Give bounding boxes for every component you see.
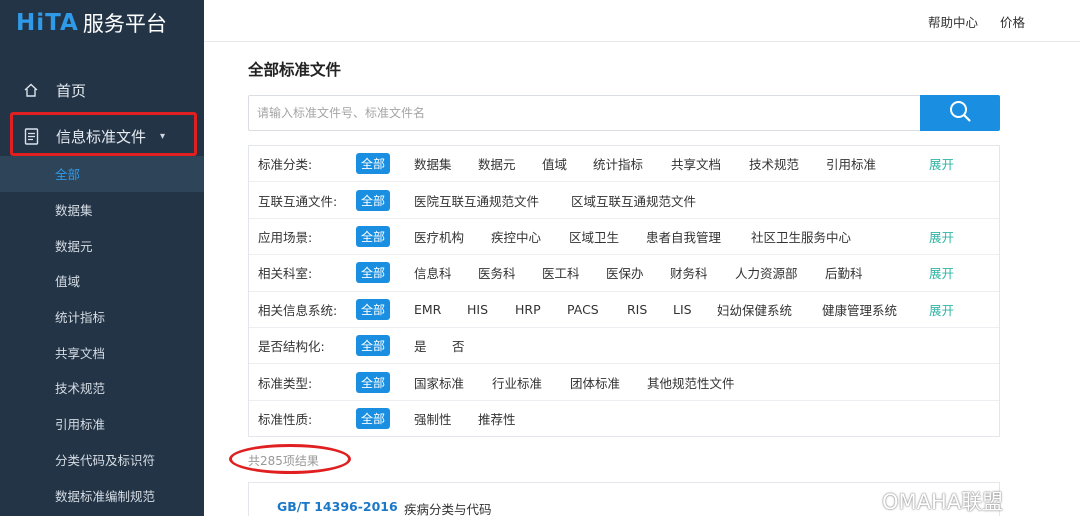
sidebar-subitem-dataset[interactable]: 数据集 [0, 192, 204, 228]
sidebar-subitem-statistical-indicator[interactable]: 统计指标 [0, 299, 204, 335]
filter-option[interactable]: 引用标准 [826, 154, 876, 173]
wechat-icon [846, 489, 876, 513]
filter-row-scenario: 应用场景: 全部 医疗机构 疾控中心 区域卫生 患者自我管理 社区卫生服务中心 … [249, 219, 999, 256]
filter-option[interactable]: HRP [515, 302, 541, 317]
sidebar-subitem-compilation-spec[interactable]: 数据标准编制规范 [0, 477, 204, 513]
result-title[interactable]: 疾病分类与代码 [404, 499, 492, 516]
expand-link[interactable]: 展开 [929, 227, 954, 246]
filter-option-all[interactable]: 全部 [356, 225, 391, 247]
top-bar: 帮助中心 价格 [204, 0, 1080, 42]
filter-option-all[interactable]: 全部 [356, 335, 391, 357]
filter-option[interactable]: 技术规范 [749, 154, 799, 173]
filter-option[interactable]: 医保办 [606, 263, 644, 282]
filter-label: 应用场景: [258, 229, 313, 245]
filter-option[interactable]: 医疗机构 [414, 227, 464, 246]
filter-label: 是否结构化: [258, 339, 325, 355]
filter-option[interactable]: 行业标准 [492, 373, 542, 392]
filter-option[interactable]: 国家标准 [414, 373, 464, 392]
sidebar-subitem-cited-standard[interactable]: 引用标准 [0, 406, 204, 442]
filter-option[interactable]: 数据集 [414, 154, 452, 173]
filter-option[interactable]: HIS [467, 302, 488, 317]
filter-option[interactable]: 财务科 [670, 263, 708, 282]
expand-link[interactable]: 展开 [929, 300, 954, 319]
filter-label: 相关科室: [258, 266, 313, 282]
filter-option[interactable]: RIS [627, 302, 647, 317]
expand-link[interactable]: 展开 [929, 154, 954, 173]
filter-option[interactable]: 医院互联互通规范文件 [414, 191, 539, 210]
sidebar-subitem-technical-spec[interactable]: 技术规范 [0, 370, 204, 406]
sidebar-subitem-data-element[interactable]: 数据元 [0, 227, 204, 263]
sidebar-item-home[interactable]: 首页 [0, 72, 204, 108]
logo-text: 服务平台 [82, 12, 167, 36]
expand-link[interactable]: 展开 [929, 263, 954, 282]
sidebar-subitem-shared-document[interactable]: 共享文档 [0, 334, 204, 370]
filter-option[interactable]: 医务科 [478, 263, 516, 282]
search-icon [948, 99, 972, 127]
filter-option[interactable]: 信息科 [414, 263, 452, 282]
help-center-link[interactable]: 帮助中心 [928, 12, 978, 31]
page-title: 全部标准文件 [248, 61, 342, 79]
filter-option-all[interactable]: 全部 [356, 262, 391, 284]
logo-mark: HiTA [16, 10, 79, 36]
filter-label: 标准分类: [258, 157, 313, 173]
filter-option[interactable]: 区域卫生 [569, 227, 619, 246]
filter-option[interactable]: 后勤科 [825, 263, 863, 282]
watermark-text: OMAHA联盟 [882, 490, 1004, 514]
filter-option[interactable]: 疾控中心 [491, 227, 541, 246]
filter-option[interactable]: 医工科 [542, 263, 580, 282]
sidebar-subitem-all[interactable]: 全部 [0, 156, 204, 192]
sidebar-submenu: 全部 数据集 数据元 值域 统计指标 共享文档 技术规范 引用标准 分类代码及标… [0, 156, 204, 513]
filter-label: 相关信息系统: [258, 302, 338, 318]
sidebar: HiTA 服务平台 首页 信息标准文件 ▾ 全部 数据集 数据元 值域 统计指标… [0, 0, 204, 516]
filter-option[interactable]: PACS [567, 302, 599, 317]
filter-label: 标准类型: [258, 375, 313, 391]
filter-option[interactable]: 推荐性 [478, 409, 516, 428]
sidebar-subitem-classification-code[interactable]: 分类代码及标识符 [0, 442, 204, 478]
filter-option[interactable]: 否 [452, 336, 465, 355]
search-input[interactable] [248, 95, 920, 131]
filter-option[interactable]: 人力资源部 [735, 263, 798, 282]
filter-option-all[interactable]: 全部 [356, 153, 391, 175]
filter-row-department: 相关科室: 全部 信息科 医务科 医工科 医保办 财务科 人力资源部 后勤科 展… [249, 255, 999, 292]
filter-row-interop: 互联互通文件: 全部 医院互联互通规范文件 区域互联互通规范文件 [249, 182, 999, 219]
highlight-box [10, 112, 197, 156]
filter-row-standard-nature: 标准性质: 全部 强制性 推荐性 [249, 401, 999, 437]
filter-option[interactable]: 数据元 [478, 154, 516, 173]
filter-row-structured: 是否结构化: 全部 是 否 [249, 328, 999, 365]
filter-label: 标准性质: [258, 412, 313, 428]
sidebar-subitem-value-domain[interactable]: 值域 [0, 263, 204, 299]
filter-option[interactable]: EMR [414, 302, 441, 317]
filter-option[interactable]: 团体标准 [570, 373, 620, 392]
filter-option[interactable]: 妇幼保健系统 [717, 300, 792, 319]
filter-option[interactable]: 统计指标 [593, 154, 643, 173]
filter-label: 互联互通文件: [258, 193, 338, 209]
watermark: OMAHA联盟 [846, 486, 1003, 516]
highlight-ellipse [229, 444, 351, 474]
filter-option[interactable]: 健康管理系统 [822, 300, 897, 319]
filter-option[interactable]: 其他规范性文件 [647, 373, 735, 392]
logo[interactable]: HiTA 服务平台 [16, 8, 167, 38]
filter-option[interactable]: 值域 [542, 154, 567, 173]
filter-option[interactable]: 强制性 [414, 409, 452, 428]
filter-option[interactable]: 社区卫生服务中心 [751, 227, 851, 246]
filter-row-standard-type: 标准类型: 全部 国家标准 行业标准 团体标准 其他规范性文件 [249, 364, 999, 401]
filter-option-all[interactable]: 全部 [356, 371, 391, 393]
search-button[interactable] [920, 95, 1000, 131]
filter-option[interactable]: 共享文档 [671, 154, 721, 173]
filter-option-all[interactable]: 全部 [356, 298, 391, 320]
filter-option-all[interactable]: 全部 [356, 189, 391, 211]
filter-option[interactable]: 区域互联互通规范文件 [571, 191, 696, 210]
sidebar-item-home-label: 首页 [56, 81, 87, 100]
main-content: 全部标准文件 标准分类: 全部 数据集 数据元 值域 统计指标 共享文档 技术规… [204, 42, 1080, 516]
filter-row-system: 相关信息系统: 全部 EMR HIS HRP PACS RIS LIS 妇幼保健… [249, 292, 999, 328]
filter-option[interactable]: 患者自我管理 [646, 227, 721, 246]
filter-option[interactable]: LIS [673, 302, 692, 317]
result-code-link[interactable]: GB/T 14396-2016 [277, 499, 398, 514]
filter-panel: 标准分类: 全部 数据集 数据元 值域 统计指标 共享文档 技术规范 引用标准 … [248, 145, 1000, 437]
filter-option-all[interactable]: 全部 [356, 408, 391, 430]
filter-row-category: 标准分类: 全部 数据集 数据元 值域 统计指标 共享文档 技术规范 引用标准 … [249, 146, 999, 183]
home-icon [22, 81, 40, 99]
price-link[interactable]: 价格 [1000, 12, 1025, 31]
filter-option[interactable]: 是 [414, 336, 427, 355]
